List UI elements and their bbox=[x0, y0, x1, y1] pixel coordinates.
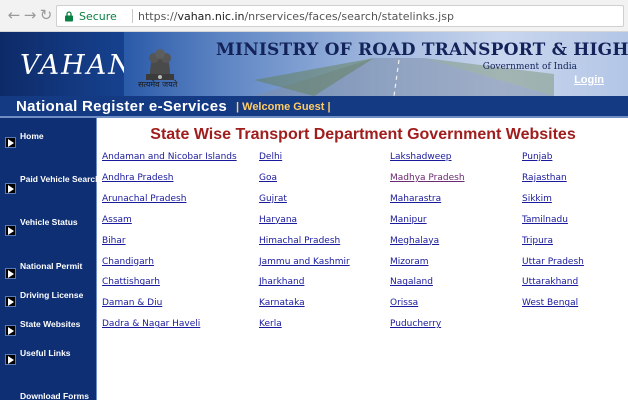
sidebar-item-label: Useful Links bbox=[20, 348, 71, 358]
state-link[interactable]: Kerla bbox=[259, 319, 282, 329]
state-link[interactable]: Jammu and Kashmir bbox=[259, 257, 350, 267]
state-link[interactable]: Maharastra bbox=[390, 194, 441, 204]
sidebar-item-label: Vehicle Status bbox=[20, 217, 78, 227]
state-link[interactable]: Lakshadweep bbox=[390, 152, 452, 162]
address-bar[interactable]: Secure https://vahan.nic.in/nrservices/f… bbox=[56, 5, 624, 27]
secure-label: Secure bbox=[79, 10, 117, 23]
state-link[interactable]: Nagaland bbox=[390, 277, 433, 287]
sidebar-item-label: Paid Vehicle Search bbox=[20, 174, 101, 184]
sidebar-item-driving-license[interactable]: Driving License bbox=[0, 284, 97, 312]
sidebar-item-paid-vehicle-search[interactable]: Paid Vehicle Search bbox=[0, 168, 101, 196]
site-header: VAHAN सत्यमेव जयते MINISTRY OF ROAD TRAN… bbox=[0, 32, 628, 96]
service-bar: National Register e-Services | Welcome G… bbox=[0, 96, 628, 118]
play-arrow-icon bbox=[5, 137, 16, 148]
state-link[interactable]: Bihar bbox=[102, 236, 126, 246]
state-link[interactable]: Rajasthan bbox=[522, 173, 567, 183]
state-link[interactable]: Delhi bbox=[259, 152, 282, 162]
state-link[interactable]: Daman & Diu bbox=[102, 298, 162, 308]
sidebar-item-label: Home bbox=[20, 131, 44, 141]
sidebar-item-label: Download Forms bbox=[20, 391, 89, 400]
state-link[interactable]: Tripura bbox=[522, 236, 553, 246]
play-arrow-icon bbox=[5, 225, 16, 236]
state-link[interactable]: Uttar Pradesh bbox=[522, 257, 584, 267]
sidebar-item-vehicle-status[interactable]: Vehicle Status bbox=[0, 211, 97, 239]
forward-arrow-icon[interactable]: → bbox=[22, 7, 38, 23]
government-label: Government of India bbox=[482, 62, 577, 72]
state-link[interactable]: Chattishgarh bbox=[102, 277, 160, 287]
state-link[interactable]: West Bengal bbox=[522, 298, 578, 308]
state-link[interactable]: Himachal Pradesh bbox=[259, 236, 340, 246]
vahan-logo[interactable]: VAHAN bbox=[20, 50, 134, 81]
state-link[interactable]: Dadra & Nagar Haveli bbox=[102, 319, 200, 329]
sidebar-item-label: State Websites bbox=[20, 319, 81, 329]
page-title: State Wise Transport Department Governme… bbox=[150, 126, 576, 143]
state-link[interactable]: Orissa bbox=[390, 298, 418, 308]
header-highway-image: सत्यमेव जयते MINISTRY OF ROAD TRANSPORT … bbox=[124, 32, 628, 96]
state-link[interactable]: Puducherry bbox=[390, 319, 441, 329]
state-link[interactable]: Karnataka bbox=[259, 298, 305, 308]
sidebar-item-label: National Permit bbox=[20, 261, 83, 271]
emblem-motto: सत्यमेव जयते bbox=[138, 80, 178, 89]
state-link[interactable]: Goa bbox=[259, 173, 277, 183]
play-arrow-icon bbox=[5, 183, 16, 194]
state-link[interactable]: Punjab bbox=[522, 152, 552, 162]
state-link[interactable]: Assam bbox=[102, 215, 132, 225]
play-arrow-icon bbox=[5, 268, 16, 279]
sidebar-nav: Home Paid Vehicle Search Vehicle Status … bbox=[0, 118, 101, 400]
ministry-title: MINISTRY OF ROAD TRANSPORT & HIGHWAYS bbox=[216, 40, 628, 60]
sidebar-item-useful-links[interactable]: Useful Links bbox=[0, 342, 97, 370]
welcome-guest: | Welcome Guest | bbox=[236, 101, 331, 113]
state-link[interactable]: Sikkim bbox=[522, 194, 552, 204]
state-link[interactable]: Gujrat bbox=[259, 194, 287, 204]
state-link[interactable]: Chandigarh bbox=[102, 257, 154, 267]
sidebar-item-home[interactable]: Home bbox=[0, 124, 97, 152]
play-arrow-icon bbox=[5, 325, 16, 336]
state-link[interactable]: Haryana bbox=[259, 215, 297, 225]
browser-toolbar: ← → ↻ Secure https://vahan.nic.in/nrserv… bbox=[0, 0, 628, 32]
state-link[interactable]: Meghalaya bbox=[390, 236, 439, 246]
state-link[interactable]: Arunachal Pradesh bbox=[102, 194, 186, 204]
url-scheme: https:// bbox=[138, 10, 178, 23]
sidebar-item-national-permit[interactable]: National Permit bbox=[0, 255, 97, 283]
state-link[interactable]: Tamilnadu bbox=[522, 215, 568, 225]
state-link[interactable]: Madhya Pradesh bbox=[390, 173, 465, 183]
main-content: State Wise Transport Department Governme… bbox=[98, 118, 628, 400]
url-text[interactable]: https://vahan.nic.in/nrservices/faces/se… bbox=[138, 10, 454, 23]
state-link[interactable]: Mizoram bbox=[390, 257, 428, 267]
lock-icon bbox=[65, 11, 73, 22]
reload-icon[interactable]: ↻ bbox=[38, 7, 54, 23]
state-link[interactable]: Andaman and Nicobar Islands bbox=[102, 152, 237, 162]
service-title: National Register e-Services bbox=[16, 98, 227, 115]
omnibox-divider bbox=[132, 9, 133, 23]
back-arrow-icon[interactable]: ← bbox=[6, 7, 22, 23]
sidebar-item-label: Driving License bbox=[20, 290, 84, 300]
login-link[interactable]: Login bbox=[574, 74, 604, 86]
url-host: vahan.nic.in bbox=[177, 10, 245, 23]
play-arrow-icon bbox=[5, 354, 16, 365]
play-arrow-icon bbox=[5, 296, 16, 307]
state-link[interactable]: Manipur bbox=[390, 215, 427, 225]
sidebar-item-download-forms[interactable]: Download Forms bbox=[0, 384, 97, 400]
state-link[interactable]: Uttarakhand bbox=[522, 277, 578, 287]
sidebar-item-state-websites[interactable]: State Websites bbox=[0, 313, 97, 341]
state-link[interactable]: Andhra Pradesh bbox=[102, 173, 173, 183]
state-link[interactable]: Jharkhand bbox=[259, 277, 304, 287]
url-path: /nrservices/faces/search/statelinks.jsp bbox=[244, 10, 454, 23]
